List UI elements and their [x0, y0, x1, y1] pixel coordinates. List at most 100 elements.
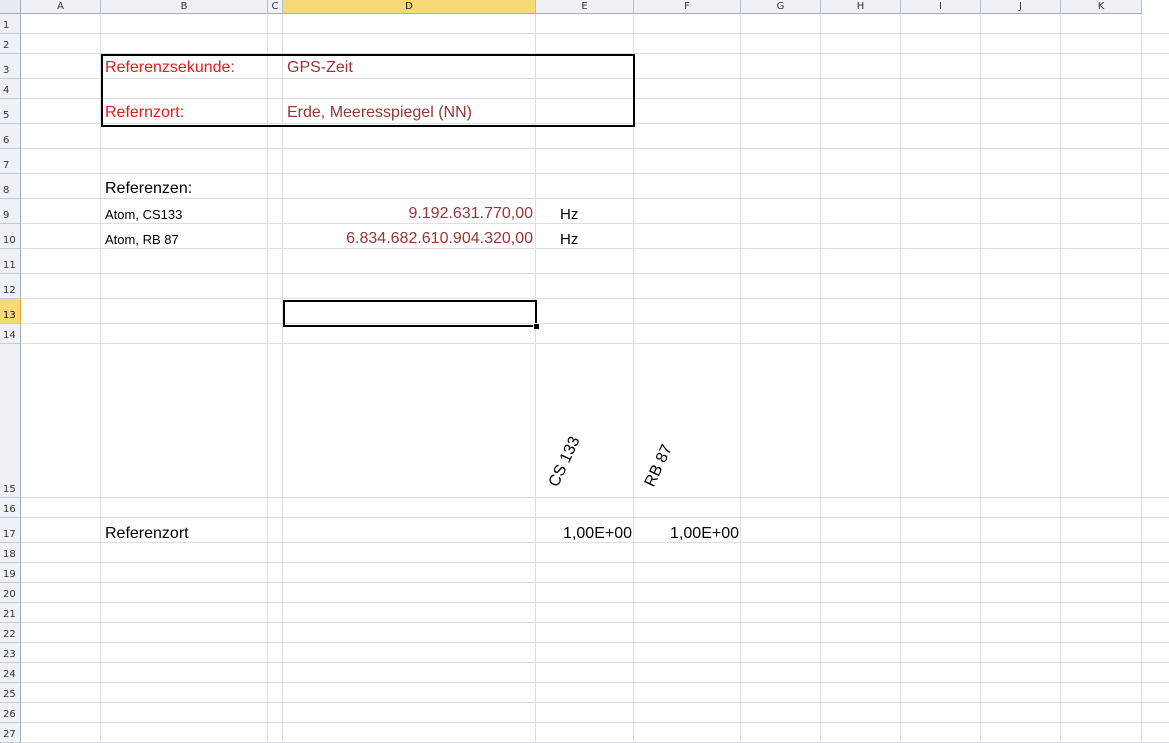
- row-number: 16: [3, 504, 16, 515]
- row-header-12[interactable]: 12: [0, 274, 21, 299]
- row-number: 22: [3, 629, 16, 640]
- gridline-horizontal: [21, 497, 1169, 498]
- row-number: 25: [3, 689, 16, 700]
- row-header-22[interactable]: 22: [0, 623, 21, 643]
- gridline-horizontal: [21, 517, 1169, 518]
- cell-E9[interactable]: Hz: [560, 206, 578, 223]
- row-header-19[interactable]: 19: [0, 563, 21, 583]
- gridline-horizontal: [21, 343, 1169, 344]
- row-number: 19: [3, 569, 16, 580]
- spreadsheet-grid[interactable]: ABCDEFGHIJK 1 2 3 4 5 6 7 8 9 10 11 12 13 14 15 16 17 18 1…: [0, 0, 1169, 743]
- column-header-g[interactable]: G: [741, 0, 821, 14]
- row-header-2[interactable]: 2: [0, 34, 21, 54]
- row-header-10[interactable]: 10: [0, 224, 21, 249]
- row-header-21[interactable]: 21: [0, 603, 21, 623]
- cell-E10[interactable]: Hz: [560, 231, 578, 248]
- row-header-24[interactable]: 24: [0, 663, 21, 683]
- row-header-7[interactable]: 7: [0, 149, 21, 174]
- row-number: 9: [3, 210, 10, 221]
- fill-handle[interactable]: [533, 323, 540, 330]
- gridline-horizontal: [21, 722, 1169, 723]
- row-number: 27: [3, 729, 16, 740]
- select-all-corner[interactable]: [0, 0, 21, 14]
- row-header-16[interactable]: 16: [0, 498, 21, 518]
- gridline-horizontal: [21, 642, 1169, 643]
- cell-D10[interactable]: 6.834.682.610.904.320,00: [284, 230, 533, 248]
- cell-B8[interactable]: Referenzen:: [105, 180, 192, 198]
- column-header-c[interactable]: C: [268, 0, 283, 14]
- row-number: 21: [3, 609, 16, 620]
- column-header-k[interactable]: K: [1061, 0, 1142, 14]
- gridline-horizontal: [21, 622, 1169, 623]
- gridline-horizontal: [21, 248, 1169, 249]
- column-header-h[interactable]: H: [821, 0, 901, 14]
- row-header-1[interactable]: 1: [0, 14, 21, 34]
- cell-B5[interactable]: Refernzort:: [105, 104, 184, 122]
- row-header-26[interactable]: 26: [0, 703, 21, 723]
- column-header-j[interactable]: J: [981, 0, 1061, 14]
- gridline-horizontal: [21, 662, 1169, 663]
- row-header-15[interactable]: 15: [0, 344, 21, 498]
- column-header-i[interactable]: I: [901, 0, 981, 14]
- cell-B10[interactable]: Atom, RB 87: [105, 232, 179, 247]
- row-number: 15: [3, 484, 16, 495]
- gridline-horizontal: [21, 682, 1169, 683]
- cell-D3[interactable]: GPS-Zeit: [287, 59, 353, 77]
- column-header-d[interactable]: D: [283, 0, 536, 14]
- row-number: 2: [3, 40, 10, 51]
- gridline-horizontal: [21, 198, 1169, 199]
- row-header-8[interactable]: 8: [0, 174, 21, 199]
- row-header-17[interactable]: 17: [0, 518, 21, 543]
- row-header-13[interactable]: 13: [0, 299, 21, 324]
- row-header-14[interactable]: 14: [0, 324, 21, 344]
- gridline-horizontal: [21, 562, 1169, 563]
- gridline-horizontal: [21, 173, 1169, 174]
- gridline-horizontal: [21, 323, 1169, 324]
- column-header-e[interactable]: E: [536, 0, 634, 14]
- row-header-11[interactable]: 11: [0, 249, 21, 274]
- row-header-23[interactable]: 23: [0, 643, 21, 663]
- row-number: 3: [3, 65, 10, 76]
- cell-B17[interactable]: Referenzort: [105, 525, 189, 543]
- column-header-a[interactable]: A: [21, 0, 101, 14]
- gridline-horizontal: [21, 33, 1169, 34]
- row-header-6[interactable]: 6: [0, 124, 21, 149]
- row-number: 8: [3, 185, 10, 196]
- column-header-f[interactable]: F: [634, 0, 741, 14]
- row-header-3[interactable]: 3: [0, 54, 21, 79]
- row-number: 12: [3, 285, 16, 296]
- row-number: 14: [3, 330, 16, 341]
- cell-D5[interactable]: Erde, Meeresspiegel (NN): [287, 104, 472, 122]
- cell-B3[interactable]: Referenzsekunde:: [105, 59, 235, 77]
- cell-F17[interactable]: 1,00E+00: [635, 525, 739, 543]
- row-header-18[interactable]: 18: [0, 543, 21, 563]
- row-header-5[interactable]: 5: [0, 99, 21, 124]
- gridline-horizontal: [21, 148, 1169, 149]
- cell-E17[interactable]: 1,00E+00: [536, 525, 632, 543]
- column-header-b[interactable]: B: [101, 0, 268, 14]
- row-header-20[interactable]: 20: [0, 583, 21, 603]
- row-header-27[interactable]: 27: [0, 723, 21, 743]
- row-number: 20: [3, 589, 16, 600]
- row-number: 13: [3, 310, 16, 321]
- gridline-horizontal: [21, 273, 1169, 274]
- row-number: 24: [3, 669, 16, 680]
- cell-F15[interactable]: RB 87: [642, 442, 677, 490]
- active-cell-D13[interactable]: [283, 300, 537, 327]
- row-header-9[interactable]: 9: [0, 199, 21, 224]
- row-number: 5: [3, 110, 10, 121]
- row-number: 4: [3, 85, 10, 96]
- gridline-horizontal: [21, 582, 1169, 583]
- gridline-horizontal: [21, 602, 1169, 603]
- row-header-25[interactable]: 25: [0, 683, 21, 703]
- row-header-4[interactable]: 4: [0, 79, 21, 99]
- cell-B9[interactable]: Atom, CS133: [105, 207, 182, 222]
- cell-D9[interactable]: 9.192.631.770,00: [284, 205, 533, 223]
- cell-E15[interactable]: CS 133: [546, 434, 585, 490]
- row-number: 11: [3, 260, 16, 271]
- gridline-horizontal: [21, 298, 1169, 299]
- row-number: 1: [3, 20, 10, 31]
- row-number: 10: [3, 235, 16, 246]
- row-number: 18: [3, 549, 16, 560]
- row-number: 26: [3, 709, 16, 720]
